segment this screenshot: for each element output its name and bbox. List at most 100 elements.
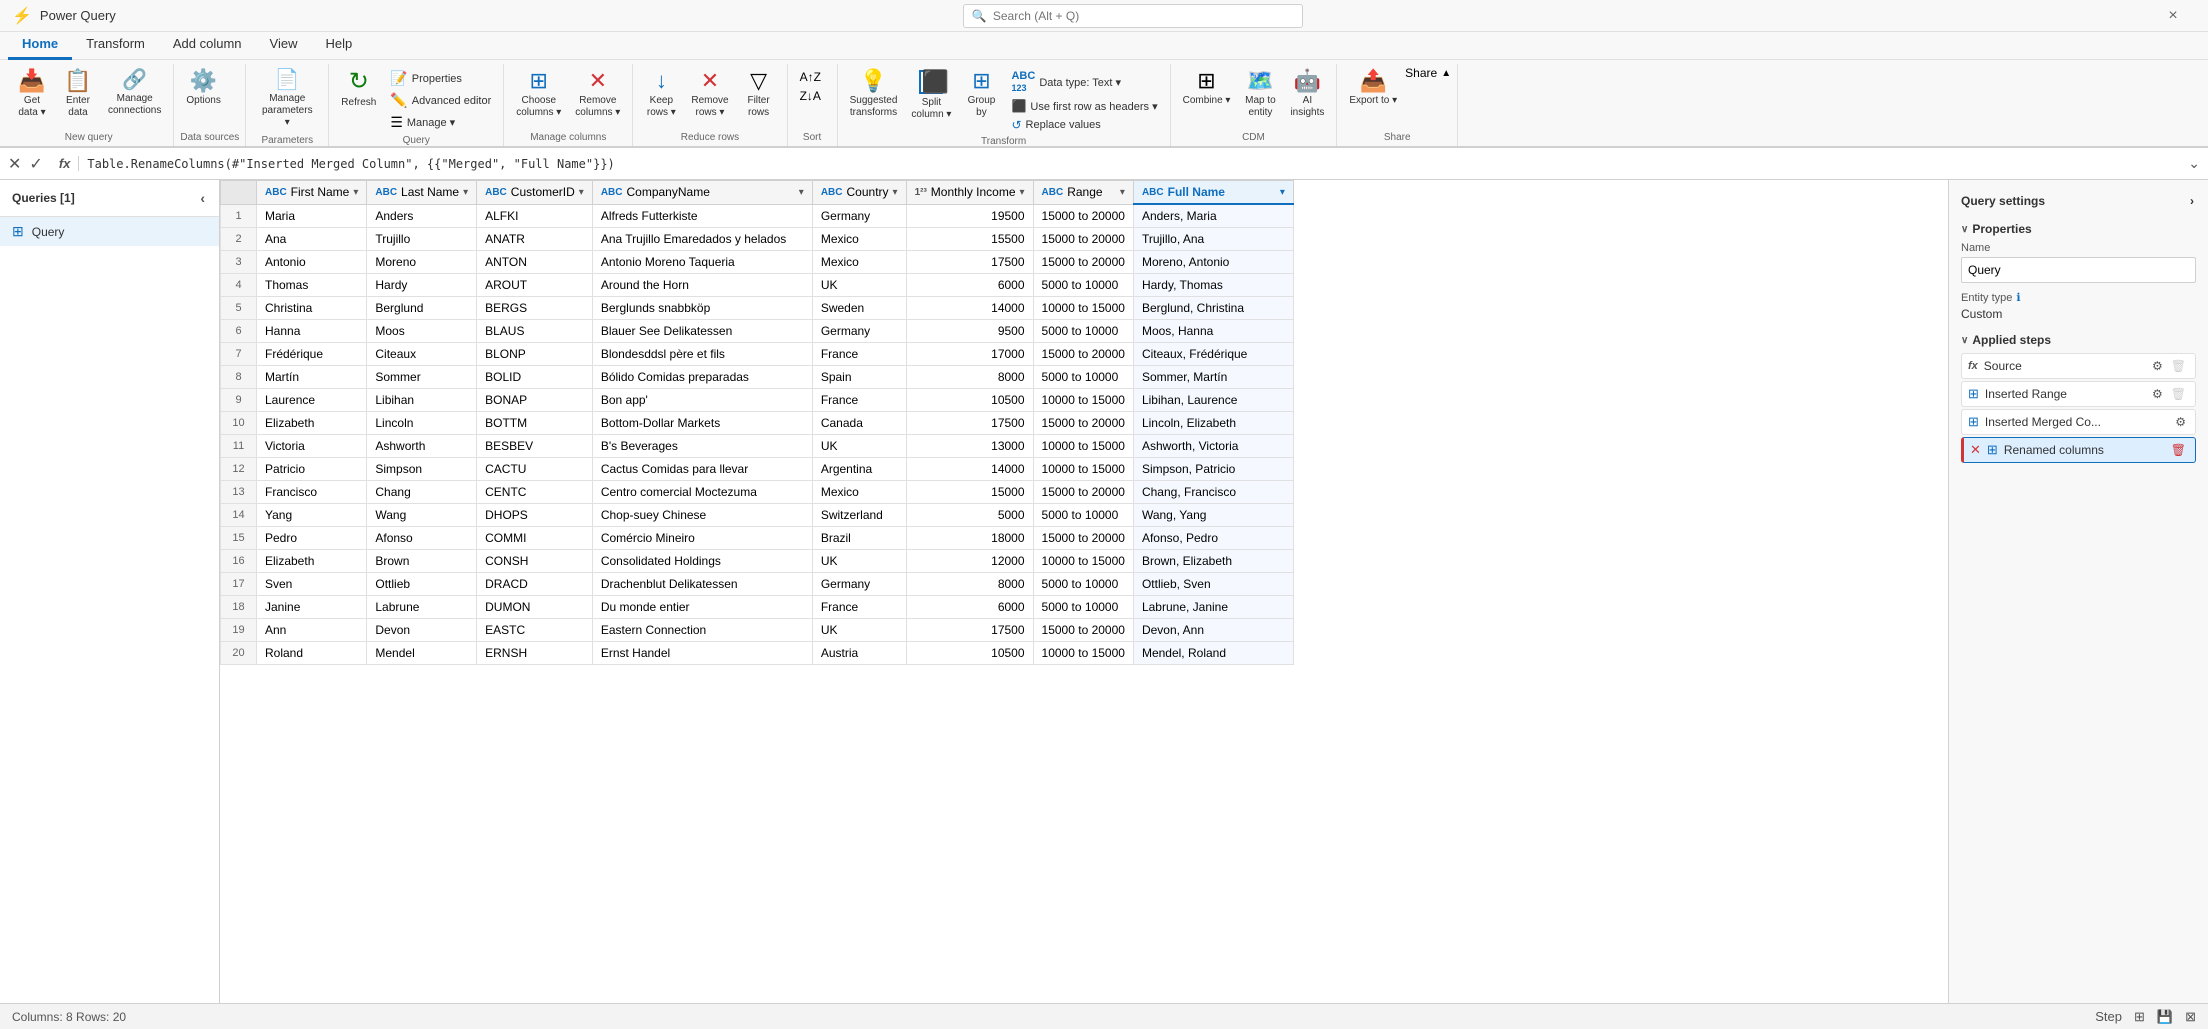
step-inserted-merged[interactable]: ⊞ Inserted Merged Co... ⚙: [1961, 409, 2196, 435]
filter-rows-button[interactable]: ▽ Filterrows: [737, 66, 781, 123]
combine-button[interactable]: ⊞ Combine ▾: [1177, 66, 1237, 111]
col-header-country[interactable]: ABC Country ▾: [812, 181, 906, 205]
table-row[interactable]: 9 Laurence Libihan BONAP Bon app' France…: [221, 389, 1294, 412]
replace-values-button[interactable]: ↺ Replace values: [1005, 116, 1163, 134]
step-renamed-columns[interactable]: ✕ ⊞ Renamed columns 🗑: [1961, 437, 2196, 463]
remove-columns-button[interactable]: ✕ Removecolumns ▾: [569, 66, 626, 123]
table-row[interactable]: 3 Antonio Moreno ANTON Antonio Moreno Ta…: [221, 251, 1294, 274]
status-icon-grid[interactable]: ⊠: [2185, 1009, 2196, 1025]
sort-asc-button[interactable]: A↑Z: [794, 68, 827, 86]
sidebar-item-query[interactable]: ⊞ Query: [0, 217, 219, 246]
table-row[interactable]: 13 Francisco Chang CENTC Centro comercia…: [221, 481, 1294, 504]
step-label[interactable]: Step: [2095, 1009, 2122, 1024]
step-source[interactable]: fx Source ⚙ 🗑: [1961, 353, 2196, 379]
tab-add-column[interactable]: Add column: [159, 32, 256, 60]
name-input[interactable]: [1961, 257, 2196, 283]
sidebar-collapse-button[interactable]: ‹: [198, 188, 207, 208]
enter-data-button[interactable]: 📋 Enterdata: [56, 66, 100, 123]
step-inserted-range-gear-icon[interactable]: ⚙: [2149, 386, 2166, 402]
table-row[interactable]: 12 Patricio Simpson CACTU Cactus Comidas…: [221, 458, 1294, 481]
advanced-editor-button[interactable]: ✏️ Advanced editor: [384, 90, 497, 111]
step-inserted-merged-gear-icon[interactable]: ⚙: [2172, 414, 2189, 430]
formula-expand-icon[interactable]: ⌄: [2188, 155, 2200, 172]
table-row[interactable]: 4 Thomas Hardy AROUT Around the Horn UK …: [221, 274, 1294, 297]
use-first-row-icon: ⬛: [1011, 99, 1026, 113]
manage-button[interactable]: ☰ Manage ▾: [384, 112, 497, 133]
tab-help[interactable]: Help: [311, 32, 366, 60]
get-data-button[interactable]: 📥 Getdata ▾: [10, 66, 54, 123]
table-row[interactable]: 11 Victoria Ashworth BESBEV B's Beverage…: [221, 435, 1294, 458]
table-row[interactable]: 8 Martín Sommer BOLID Bólido Comidas pre…: [221, 366, 1294, 389]
properties-button[interactable]: 📝 Properties: [384, 68, 497, 89]
col-header-last-name[interactable]: ABC Last Name ▾: [367, 181, 477, 205]
tab-home[interactable]: Home: [8, 32, 72, 60]
col-header-monthly-income[interactable]: 1²³ Monthly Income ▾: [906, 181, 1033, 205]
status-icon-table[interactable]: ⊞: [2134, 1009, 2145, 1025]
table-row[interactable]: 7 Frédérique Citeaux BLONP Blondesddsl p…: [221, 343, 1294, 366]
choose-columns-button[interactable]: ⊞ Choosecolumns ▾: [510, 66, 567, 123]
share-label-row[interactable]: Share ▲: [1405, 66, 1451, 80]
export-button[interactable]: 📤 Export to ▾: [1343, 66, 1403, 111]
col-header-customer-id[interactable]: ABC CustomerID ▾: [477, 181, 593, 205]
step-inserted-range-delete-icon[interactable]: 🗑: [2168, 386, 2189, 402]
group-by-button[interactable]: ⊞ Groupby: [959, 66, 1003, 123]
table-row[interactable]: 15 Pedro Afonso COMMI Comércio Mineiro B…: [221, 527, 1294, 550]
close-button[interactable]: ×: [2150, 0, 2196, 32]
formula-cancel-icon[interactable]: ✕: [8, 154, 21, 174]
col-header-full-name[interactable]: ABC Full Name ▾: [1133, 181, 1293, 205]
first-name-cell: Francisco: [257, 481, 367, 504]
status-icon-save[interactable]: 💾: [2157, 1009, 2173, 1025]
remove-rows-button[interactable]: ✕ Removerows ▾: [685, 66, 734, 123]
step-renamed-columns-icon: ⊞: [1987, 442, 1998, 458]
suggested-transforms-button[interactable]: 💡 Suggestedtransforms: [844, 66, 904, 123]
monthly-income-cell: 17500: [906, 619, 1033, 642]
ribbon-group-share-content: 📤 Export to ▾ Share ▲: [1343, 66, 1451, 130]
manage-connections-button[interactable]: 🔗 Manageconnections: [102, 66, 167, 121]
table-row[interactable]: 10 Elizabeth Lincoln BOTTM Bottom-Dollar…: [221, 412, 1294, 435]
table-row[interactable]: 14 Yang Wang DHOPS Chop-suey Chinese Swi…: [221, 504, 1294, 527]
step-renamed-columns-delete-icon[interactable]: 🗑: [2168, 442, 2189, 458]
monthly-income-cell: 14000: [906, 458, 1033, 481]
manage-parameters-button[interactable]: 📄 Manageparameters ▾: [252, 66, 322, 133]
tab-transform[interactable]: Transform: [72, 32, 159, 60]
row-num-cell: 8: [221, 366, 257, 389]
table-row[interactable]: 1 Maria Anders ALFKI Alfreds Futterkiste…: [221, 204, 1294, 228]
status-bar: Columns: 8 Rows: 20 Step ⊞ 💾 ⊠: [0, 1003, 2208, 1029]
ribbon-group-query: ↻ Refresh 📝 Properties ✏️ Advanced edito…: [329, 64, 504, 146]
data-type-button[interactable]: ABC123 Data type: Text ▾: [1005, 68, 1163, 96]
table-row[interactable]: 5 Christina Berglund BERGS Berglunds sna…: [221, 297, 1294, 320]
col-header-company-name[interactable]: ABC CompanyName ▾: [592, 181, 812, 205]
table-row[interactable]: 20 Roland Mendel ERNSH Ernst Handel Aust…: [221, 642, 1294, 665]
range-cell: 10000 to 15000: [1033, 550, 1133, 573]
step-source-gear-icon[interactable]: ⚙: [2149, 358, 2166, 374]
step-inserted-range[interactable]: ⊞ Inserted Range ⚙ 🗑: [1961, 381, 2196, 407]
monthly-income-cell: 5000: [906, 504, 1033, 527]
formula-confirm-icon[interactable]: ✓: [29, 154, 42, 174]
table-row[interactable]: 2 Ana Trujillo ANATR Ana Trujillo Emared…: [221, 228, 1294, 251]
col-header-first-name[interactable]: ABC First Name ▾: [257, 181, 367, 205]
use-first-row-button[interactable]: ⬛ Use first row as headers ▾: [1005, 97, 1163, 115]
options-button[interactable]: ⚙️ Options: [180, 66, 226, 111]
col-header-range[interactable]: ABC Range ▾: [1033, 181, 1133, 205]
panel-expand-icon[interactable]: ›: [2188, 192, 2196, 210]
customer-id-cell: CACTU: [477, 458, 593, 481]
monthly-income-cell: 14000: [906, 297, 1033, 320]
table-row[interactable]: 6 Hanna Moos BLAUS Blauer See Delikatess…: [221, 320, 1294, 343]
split-column-button[interactable]: ⬛ Splitcolumn ▾: [905, 66, 957, 125]
sort-desc-button[interactable]: Z↓A: [794, 87, 827, 105]
map-to-entity-button[interactable]: 🗺️ Map toentity: [1238, 66, 1282, 123]
refresh-button[interactable]: ↻ Refresh: [335, 66, 382, 113]
formula-input[interactable]: [87, 157, 2180, 171]
search-bar[interactable]: 🔍: [963, 4, 1303, 28]
search-input[interactable]: [993, 9, 1294, 23]
table-row[interactable]: 17 Sven Ottlieb DRACD Drachenblut Delika…: [221, 573, 1294, 596]
right-panel: Query settings › ∨ Properties Name Entit…: [1948, 180, 2208, 1003]
table-row[interactable]: 19 Ann Devon EASTC Eastern Connection UK…: [221, 619, 1294, 642]
tab-view[interactable]: View: [256, 32, 312, 60]
range-cell: 15000 to 20000: [1033, 412, 1133, 435]
ai-insights-button[interactable]: 🤖 AIinsights: [1284, 66, 1330, 123]
table-row[interactable]: 18 Janine Labrune DUMON Du monde entier …: [221, 596, 1294, 619]
step-source-delete-icon[interactable]: 🗑: [2168, 358, 2189, 374]
keep-rows-button[interactable]: ↓ Keeprows ▾: [639, 66, 683, 123]
table-row[interactable]: 16 Elizabeth Brown CONSH Consolidated Ho…: [221, 550, 1294, 573]
